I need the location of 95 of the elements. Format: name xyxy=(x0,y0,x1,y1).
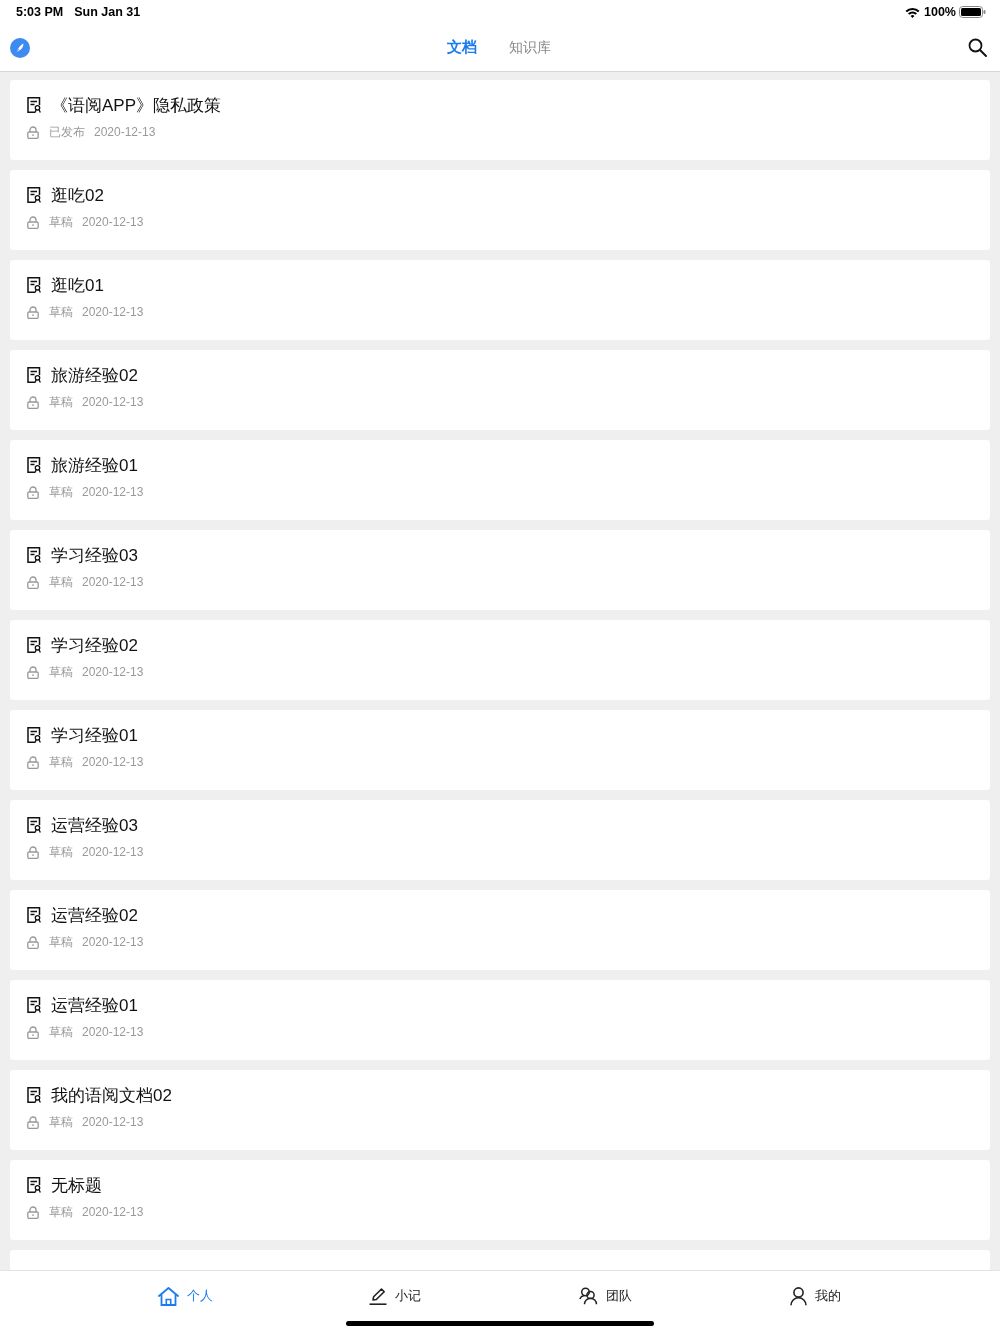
search-icon[interactable] xyxy=(968,38,987,57)
team-icon xyxy=(578,1287,598,1305)
status-time: 5:03 PM xyxy=(16,5,64,19)
document-status: 已发布 xyxy=(49,123,85,141)
document-title: 运营经验03 xyxy=(51,814,138,837)
document-card[interactable]: 《语阅APP》隐私政策 已发布 2020-12-13 xyxy=(10,80,990,160)
document-status: 草稿 xyxy=(49,573,73,591)
document-title: 学习经验01 xyxy=(51,724,138,747)
document-title: 运营经验02 xyxy=(51,904,138,927)
document-icon xyxy=(27,727,41,743)
document-title: 《语阅APP》隐私政策 xyxy=(51,94,222,117)
document-title: 运营经验01 xyxy=(51,994,138,1017)
lock-icon xyxy=(27,305,39,319)
document-card[interactable]: 旅游经验01 草稿 2020-12-13 xyxy=(10,440,990,520)
document-icon xyxy=(27,817,41,833)
lock-icon xyxy=(27,395,39,409)
document-card[interactable]: 逛吃01 草稿 2020-12-13 xyxy=(10,260,990,340)
tab-bar-item[interactable]: 我的 xyxy=(710,1283,920,1309)
document-date: 2020-12-13 xyxy=(82,305,144,319)
document-icon xyxy=(27,637,41,653)
document-card[interactable]: 运营经验02 草稿 2020-12-13 xyxy=(10,890,990,970)
document-date: 2020-12-13 xyxy=(82,1115,144,1129)
lock-icon xyxy=(27,215,39,229)
document-icon xyxy=(27,277,41,293)
document-card[interactable]: 我的语阅文档02 草稿 2020-12-13 xyxy=(10,1070,990,1150)
lock-icon xyxy=(27,755,39,769)
nav-tab[interactable]: 知识库 xyxy=(508,38,551,57)
document-status: 草稿 xyxy=(49,753,73,771)
lock-icon xyxy=(27,1115,39,1129)
document-status: 草稿 xyxy=(49,213,73,231)
document-title: 逛吃02 xyxy=(51,184,104,207)
document-date: 2020-12-13 xyxy=(82,215,144,229)
document-card[interactable]: 学习经验01 草稿 2020-12-13 xyxy=(10,710,990,790)
document-icon xyxy=(27,547,41,563)
document-icon xyxy=(27,457,41,473)
document-status: 草稿 xyxy=(49,483,73,501)
document-title: 逛吃01 xyxy=(51,274,104,297)
lock-icon xyxy=(27,485,39,499)
document-status: 草稿 xyxy=(49,393,73,411)
document-date: 2020-12-13 xyxy=(94,125,156,139)
document-status: 草稿 xyxy=(49,303,73,321)
document-card[interactable]: 逛吃02 草稿 2020-12-13 xyxy=(10,170,990,250)
document-title: 我的语阅文档02 xyxy=(51,1084,172,1107)
lock-icon xyxy=(27,935,39,949)
document-date: 2020-12-13 xyxy=(82,1205,144,1219)
document-date: 2020-12-13 xyxy=(82,395,144,409)
tab-bar-item[interactable]: 小记 xyxy=(290,1283,500,1309)
pen-icon xyxy=(369,1287,387,1305)
tab-bar-item[interactable]: 个人 xyxy=(80,1283,290,1309)
document-status: 草稿 xyxy=(49,1203,73,1221)
battery-icon xyxy=(959,6,986,18)
document-date: 2020-12-13 xyxy=(82,845,144,859)
document-icon xyxy=(27,187,41,203)
document-card[interactable]: 无标题 草稿 2020-12-13 xyxy=(10,1160,990,1240)
document-card[interactable]: 运营经验03 草稿 2020-12-13 xyxy=(10,800,990,880)
document-title: 旅游经验02 xyxy=(51,364,138,387)
document-date: 2020-12-13 xyxy=(82,575,144,589)
document-title: 学习经验03 xyxy=(51,544,138,567)
document-icon xyxy=(27,97,41,113)
document-date: 2020-12-13 xyxy=(82,935,144,949)
document-card[interactable]: 运营经验01 草稿 2020-12-13 xyxy=(10,980,990,1060)
document-icon xyxy=(27,997,41,1013)
document-date: 2020-12-13 xyxy=(82,755,144,769)
document-status: 草稿 xyxy=(49,933,73,951)
home-icon xyxy=(157,1286,179,1306)
tab-bar-item[interactable]: 团队 xyxy=(500,1283,710,1309)
lock-icon xyxy=(27,1205,39,1219)
document-title: 无标题 xyxy=(51,1174,102,1197)
document-icon xyxy=(27,1087,41,1103)
document-date: 2020-12-13 xyxy=(82,1025,144,1039)
person-icon xyxy=(789,1286,807,1306)
wifi-icon xyxy=(905,6,920,18)
nav-tab[interactable]: 文档 xyxy=(446,38,477,57)
feather-logo-icon[interactable] xyxy=(10,37,30,58)
document-title: 学习经验02 xyxy=(51,634,138,657)
document-icon xyxy=(27,907,41,923)
document-icon xyxy=(27,367,41,383)
document-card[interactable]: 学习经验02 草稿 2020-12-13 xyxy=(10,620,990,700)
lock-icon xyxy=(27,845,39,859)
document-date: 2020-12-13 xyxy=(82,665,144,679)
lock-icon xyxy=(27,665,39,679)
lock-icon xyxy=(27,125,39,139)
lock-icon xyxy=(27,1025,39,1039)
document-card[interactable]: 旅游经验02 草稿 2020-12-13 xyxy=(10,350,990,430)
document-title: 旅游经验01 xyxy=(51,454,138,477)
lock-icon xyxy=(27,575,39,589)
battery-percentage: 100% xyxy=(924,5,956,19)
document-date: 2020-12-13 xyxy=(82,485,144,499)
document-status: 草稿 xyxy=(49,663,73,681)
document-card[interactable]: 学习经验03 草稿 2020-12-13 xyxy=(10,530,990,610)
document-status: 草稿 xyxy=(49,1113,73,1131)
document-icon xyxy=(27,1177,41,1193)
status-date: Sun Jan 31 xyxy=(74,5,141,19)
document-status: 草稿 xyxy=(49,843,73,861)
document-status: 草稿 xyxy=(49,1023,73,1041)
